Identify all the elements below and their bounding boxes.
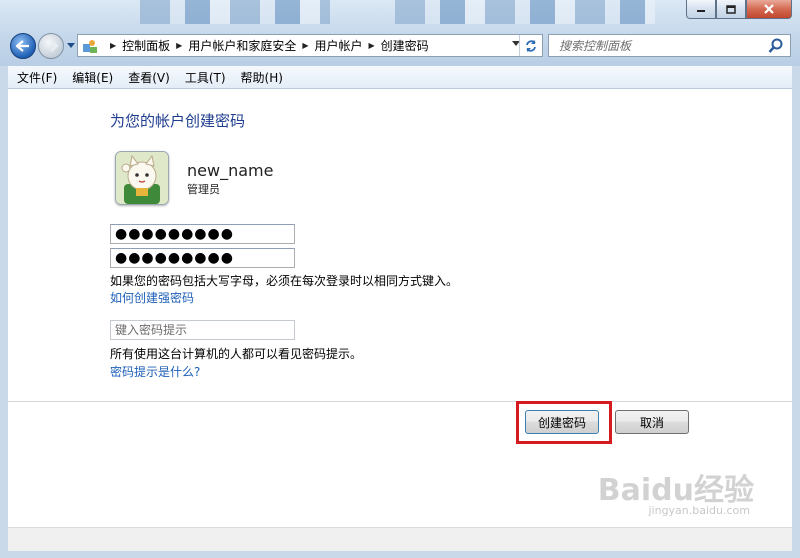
arrow-left-icon <box>16 40 29 52</box>
page-title: 为您的帐户创建密码 <box>110 112 246 130</box>
menu-view[interactable]: 查看(V) <box>122 69 176 86</box>
breadcrumb-user-accounts-family[interactable]: 用户帐户和家庭安全 <box>188 37 296 54</box>
forward-button[interactable] <box>38 33 64 59</box>
search-box[interactable] <box>548 34 791 57</box>
breadcrumb-control-panel[interactable]: 控制面板 <box>122 37 170 54</box>
password-hint-link[interactable]: 密码提示是什么? <box>110 363 200 380</box>
cancel-button[interactable]: 取消 <box>615 410 689 434</box>
refresh-button[interactable] <box>519 35 542 56</box>
breadcrumb-user-accounts[interactable]: 用户帐户 <box>315 37 363 54</box>
search-icon[interactable] <box>768 38 784 54</box>
breadcrumb-create-password[interactable]: 创建密码 <box>381 37 429 54</box>
menu-tools[interactable]: 工具(T) <box>179 69 232 86</box>
breadcrumb-separator-icon[interactable]: ▶ <box>369 41 375 50</box>
strong-password-link[interactable]: 如何创建强密码 <box>110 289 194 306</box>
breadcrumb-separator-icon[interactable]: ▶ <box>302 41 308 50</box>
menu-bar: 文件(F) 编辑(E) 查看(V) 工具(T) 帮助(H) <box>8 66 792 89</box>
breadcrumb-separator-icon: ▶ <box>110 41 117 50</box>
search-input[interactable] <box>557 37 771 54</box>
breadcrumb-separator-icon[interactable]: ▶ <box>176 41 182 50</box>
caps-lock-note: 如果您的密码包括大写字母，必须在每次登录时以相同方式键入。 <box>110 274 459 288</box>
caption-buttons <box>686 0 792 19</box>
background-window <box>395 0 655 24</box>
close-icon <box>764 4 774 14</box>
user-avatar <box>115 151 169 205</box>
address-bar[interactable]: ▶ 控制面板 ▶ 用户帐户和家庭安全 ▶ 用户帐户 ▶ 创建密码 <box>77 34 543 57</box>
divider <box>8 401 792 402</box>
new-password-field[interactable] <box>110 224 295 244</box>
menu-file[interactable]: 文件(F) <box>11 69 63 86</box>
hint-visibility-note: 所有使用这台计算机的人都可以看见密码提示。 <box>110 347 363 361</box>
control-panel-icon <box>83 39 97 53</box>
user-name: new_name <box>187 161 274 180</box>
minimize-button[interactable] <box>686 0 716 19</box>
history-dropdown-icon[interactable] <box>67 43 75 49</box>
confirm-password-field[interactable] <box>110 248 295 268</box>
minimize-icon <box>697 10 705 12</box>
watermark-url: jingyan.baidu.com <box>648 504 750 517</box>
back-button[interactable] <box>10 33 36 59</box>
maximize-icon <box>726 4 736 14</box>
status-strip <box>8 527 792 551</box>
arrow-right-icon <box>45 40 58 52</box>
background-window <box>140 0 330 24</box>
password-hint-field[interactable] <box>110 320 295 340</box>
menu-help[interactable]: 帮助(H) <box>235 69 289 86</box>
maximize-button[interactable] <box>716 0 746 19</box>
user-role: 管理员 <box>187 183 220 196</box>
watermark-logo: Baidu经验 <box>597 473 754 508</box>
lucky-cat-avatar-icon <box>116 152 168 204</box>
refresh-icon <box>526 39 536 52</box>
close-button[interactable] <box>746 0 792 19</box>
create-password-button[interactable]: 创建密码 <box>525 410 599 434</box>
menu-edit[interactable]: 编辑(E) <box>66 69 119 86</box>
main-content: 为您的帐户创建密码 new_name 管理员 如果您的密码包括大写字母，必须在每… <box>8 89 792 527</box>
